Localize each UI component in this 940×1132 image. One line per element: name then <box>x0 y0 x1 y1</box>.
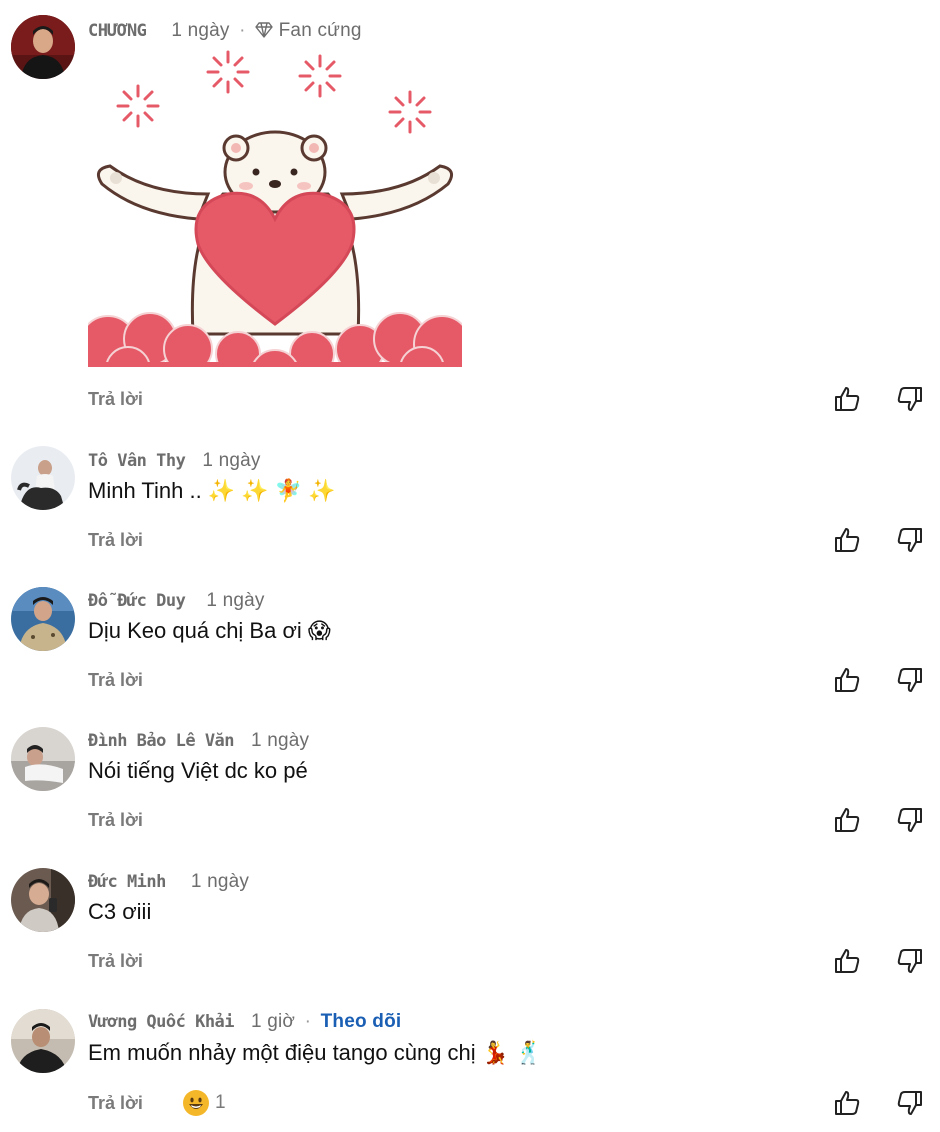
comment-author[interactable]: Vương Quốc Khải <box>88 1012 235 1032</box>
comment-time: 1 ngày <box>251 730 310 751</box>
thumbs-up-icon[interactable] <box>833 666 861 694</box>
follow-button[interactable]: Theo dõi <box>321 1011 402 1032</box>
firework-icon <box>116 50 432 134</box>
comment-item: Đức Minh 1 ngày C3 ơiii Trả lời <box>0 860 940 990</box>
comment-item: Tô Vân Thy 1 ngày Minh Tinh .. ✨ ✨ 🧚 ✨ T… <box>0 440 940 570</box>
reply-button[interactable]: Trả lời <box>88 530 143 551</box>
thumbs-up-icon[interactable] <box>833 806 861 834</box>
reply-button[interactable]: Trả lời <box>88 951 143 972</box>
reaction-summary[interactable]: 1 <box>183 1090 226 1116</box>
comment-time: 1 ngày <box>190 871 250 892</box>
comment-meta: Đình Bảo Lê Văn 1 ngày <box>88 730 309 752</box>
thumbs-down-icon[interactable] <box>896 526 924 554</box>
grinning-face-icon <box>183 1090 209 1116</box>
comment-meta: Vương Quốc Khải 1 giờ · Theo dõi <box>88 1011 401 1033</box>
comment-item: Đình Bảo Lê Văn 1 ngày Nói tiếng Việt dc… <box>0 720 940 850</box>
thumbs-down-icon[interactable] <box>896 947 924 975</box>
comment-author[interactable]: Tô Vân Thy <box>88 451 186 471</box>
avatar[interactable] <box>11 587 75 651</box>
thumbs-up-icon[interactable] <box>833 385 861 413</box>
comment-meta: Tô Vân Thy 1 ngày <box>88 450 261 472</box>
comment-author[interactable]: Đình Bảo Lê Văn <box>88 731 235 751</box>
diamond-icon <box>255 22 273 44</box>
separator-dot: · <box>239 20 246 41</box>
thumbs-down-icon[interactable] <box>896 385 924 413</box>
thumbs-down-icon[interactable] <box>896 806 924 834</box>
thumbs-down-icon[interactable] <box>896 1089 924 1117</box>
comment-text: Minh Tinh .. ✨ ✨ 🧚 ✨ <box>88 478 336 503</box>
comment-text: Em muốn nhảy một điệu tango cùng chị 💃 🕺 <box>88 1040 543 1065</box>
reply-button[interactable]: Trả lời <box>88 1093 143 1114</box>
comment-meta: Đỗ Đức Duy 1 ngày <box>88 590 265 612</box>
comment-text: C3 ơiii <box>88 899 152 924</box>
comment-item: Vương Quốc Khải 1 giờ · Theo dõi Em muốn… <box>0 1000 940 1132</box>
comment-item: CHƯƠNG 1 ngày · Fan cứng Trả lời <box>0 0 940 430</box>
bear-heart-sticker <box>79 44 471 399</box>
thumbs-up-icon[interactable] <box>833 1089 861 1117</box>
comment-author[interactable]: Đức Minh <box>88 872 166 892</box>
reaction-count: 1 <box>215 1092 226 1113</box>
avatar[interactable] <box>11 868 75 932</box>
comment-time: 1 ngày <box>171 20 230 41</box>
comment-text: Dịu Keo quá chị Ba ơi 😱 <box>88 618 331 643</box>
fan-badge: Fan cứng <box>278 20 362 41</box>
comment-meta: Đức Minh 1 ngày <box>88 871 249 893</box>
reply-button[interactable]: Trả lời <box>88 389 143 410</box>
avatar[interactable] <box>11 727 75 791</box>
thumbs-up-icon[interactable] <box>833 526 861 554</box>
comment-time: 1 ngày <box>202 450 261 471</box>
comment-text: Nói tiếng Việt dc ko pé <box>88 758 308 783</box>
comment-meta: CHƯƠNG 1 ngày · Fan cứng <box>88 20 362 44</box>
reply-button[interactable]: Trả lời <box>88 670 143 691</box>
thumbs-up-icon[interactable] <box>833 947 861 975</box>
separator-dot: · <box>304 1011 312 1032</box>
comment-author[interactable]: Đỗ Đức Duy <box>88 591 186 611</box>
comment-author[interactable]: CHƯƠNG <box>88 21 147 41</box>
avatar[interactable] <box>11 446 75 510</box>
comment-item: Đỗ Đức Duy 1 ngày Dịu Keo quá chị Ba ơi … <box>0 580 940 710</box>
avatar[interactable] <box>11 15 75 79</box>
avatar[interactable] <box>11 1009 75 1073</box>
thumbs-down-icon[interactable] <box>896 666 924 694</box>
comment-time: 1 ngày <box>206 590 265 611</box>
reply-button[interactable]: Trả lời <box>88 810 143 831</box>
comment-time: 1 giờ <box>251 1011 296 1032</box>
